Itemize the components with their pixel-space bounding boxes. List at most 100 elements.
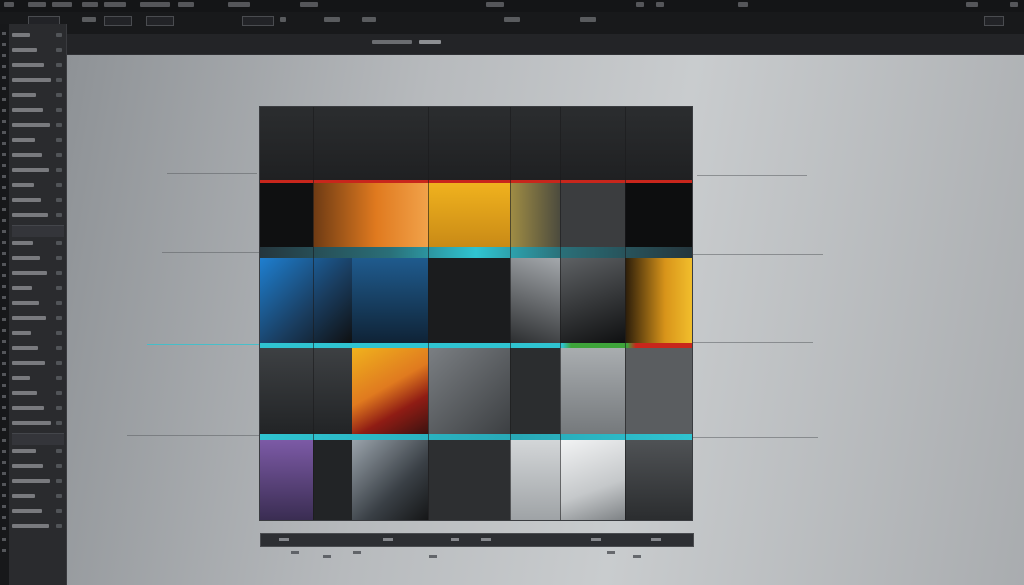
- tool-icon[interactable]: [2, 153, 6, 156]
- tool-icon[interactable]: [2, 318, 6, 321]
- visibility-icon[interactable]: [56, 183, 62, 187]
- visibility-icon[interactable]: [56, 48, 62, 52]
- visibility-icon[interactable]: [56, 33, 62, 37]
- visibility-icon[interactable]: [56, 241, 62, 245]
- layer-row[interactable]: [12, 75, 64, 85]
- menu-item[interactable]: [104, 2, 126, 7]
- toolbar-field[interactable]: [984, 16, 1004, 26]
- tool-icon[interactable]: [2, 186, 6, 189]
- tool-icon[interactable]: [2, 241, 6, 244]
- tool-icon[interactable]: [2, 65, 6, 68]
- toolbar-field[interactable]: [146, 16, 174, 26]
- visibility-icon[interactable]: [56, 63, 62, 67]
- visibility-icon[interactable]: [56, 464, 62, 468]
- toolbar-control[interactable]: [324, 17, 340, 22]
- visibility-icon[interactable]: [56, 449, 62, 453]
- tool-icon[interactable]: [2, 472, 6, 475]
- tool-icon[interactable]: [2, 263, 6, 266]
- menu-item[interactable]: [636, 2, 644, 7]
- visibility-icon[interactable]: [56, 123, 62, 127]
- menu-item[interactable]: [486, 2, 504, 7]
- visibility-icon[interactable]: [56, 406, 62, 410]
- menu-item[interactable]: [300, 2, 318, 7]
- tool-icon[interactable]: [2, 296, 6, 299]
- menu-item[interactable]: [1010, 2, 1018, 7]
- timeline-marker[interactable]: [591, 538, 601, 541]
- tool-icon[interactable]: [2, 32, 6, 35]
- tool-icon[interactable]: [2, 175, 6, 178]
- visibility-icon[interactable]: [56, 138, 62, 142]
- menu-item[interactable]: [228, 2, 250, 7]
- layer-row[interactable]: [12, 313, 64, 323]
- layer-row[interactable]: [12, 506, 64, 516]
- tool-icon[interactable]: [2, 505, 6, 508]
- tool-icon[interactable]: [2, 406, 6, 409]
- visibility-icon[interactable]: [56, 286, 62, 290]
- visibility-icon[interactable]: [56, 376, 62, 380]
- tool-icon[interactable]: [2, 373, 6, 376]
- visibility-icon[interactable]: [56, 361, 62, 365]
- tool-icon[interactable]: [2, 285, 6, 288]
- timeline-marker[interactable]: [651, 538, 661, 541]
- visibility-icon[interactable]: [56, 331, 62, 335]
- layer-row[interactable]: [12, 298, 64, 308]
- tool-icon[interactable]: [2, 219, 6, 222]
- layer-row[interactable]: [12, 180, 64, 190]
- tool-icon[interactable]: [2, 131, 6, 134]
- visibility-icon[interactable]: [56, 391, 62, 395]
- timeline-marker[interactable]: [481, 538, 491, 541]
- toolbar-control[interactable]: [580, 17, 596, 22]
- tool-icon[interactable]: [2, 120, 6, 123]
- visibility-icon[interactable]: [56, 168, 62, 172]
- toolbar-control[interactable]: [504, 17, 520, 22]
- layer-row[interactable]: [12, 418, 64, 428]
- menu-item[interactable]: [82, 2, 98, 7]
- timeline-marker[interactable]: [383, 538, 393, 541]
- layer-row[interactable]: [12, 238, 64, 248]
- visibility-icon[interactable]: [56, 271, 62, 275]
- timeline-marker[interactable]: [279, 538, 289, 541]
- tool-icon[interactable]: [2, 395, 6, 398]
- tool-icon[interactable]: [2, 197, 6, 200]
- toolbar-field[interactable]: [242, 16, 274, 26]
- menu-item[interactable]: [4, 2, 14, 7]
- tool-icon[interactable]: [2, 76, 6, 79]
- layer-row[interactable]: [12, 253, 64, 263]
- layer-row[interactable]: [12, 476, 64, 486]
- tool-icon[interactable]: [2, 483, 6, 486]
- visibility-icon[interactable]: [56, 301, 62, 305]
- layer-row[interactable]: [12, 446, 64, 456]
- layer-row[interactable]: [12, 373, 64, 383]
- tool-icon[interactable]: [2, 351, 6, 354]
- timeline-bar[interactable]: [260, 533, 694, 547]
- tool-icon[interactable]: [2, 329, 6, 332]
- tool-icon[interactable]: [2, 417, 6, 420]
- tool-icon[interactable]: [2, 252, 6, 255]
- menu-item[interactable]: [52, 2, 72, 7]
- tool-icon[interactable]: [2, 461, 6, 464]
- layer-row[interactable]: [12, 135, 64, 145]
- visibility-icon[interactable]: [56, 494, 62, 498]
- tool-icon[interactable]: [2, 98, 6, 101]
- layer-row[interactable]: [12, 150, 64, 160]
- tool-icon[interactable]: [2, 384, 6, 387]
- tool-icon[interactable]: [2, 439, 6, 442]
- tool-icon[interactable]: [2, 54, 6, 57]
- visibility-icon[interactable]: [56, 479, 62, 483]
- visibility-icon[interactable]: [56, 213, 62, 217]
- visibility-icon[interactable]: [56, 316, 62, 320]
- visibility-icon[interactable]: [56, 524, 62, 528]
- visibility-icon[interactable]: [56, 198, 62, 202]
- layer-row[interactable]: [12, 195, 64, 205]
- visibility-icon[interactable]: [56, 256, 62, 260]
- toolbar-control[interactable]: [82, 17, 96, 22]
- layer-row[interactable]: [12, 30, 64, 40]
- tool-icon[interactable]: [2, 142, 6, 145]
- tool-icon[interactable]: [2, 450, 6, 453]
- panel-section-header[interactable]: [12, 433, 64, 445]
- menu-item[interactable]: [140, 2, 170, 7]
- layer-row[interactable]: [12, 60, 64, 70]
- visibility-icon[interactable]: [56, 153, 62, 157]
- visibility-icon[interactable]: [56, 78, 62, 82]
- layer-row[interactable]: [12, 90, 64, 100]
